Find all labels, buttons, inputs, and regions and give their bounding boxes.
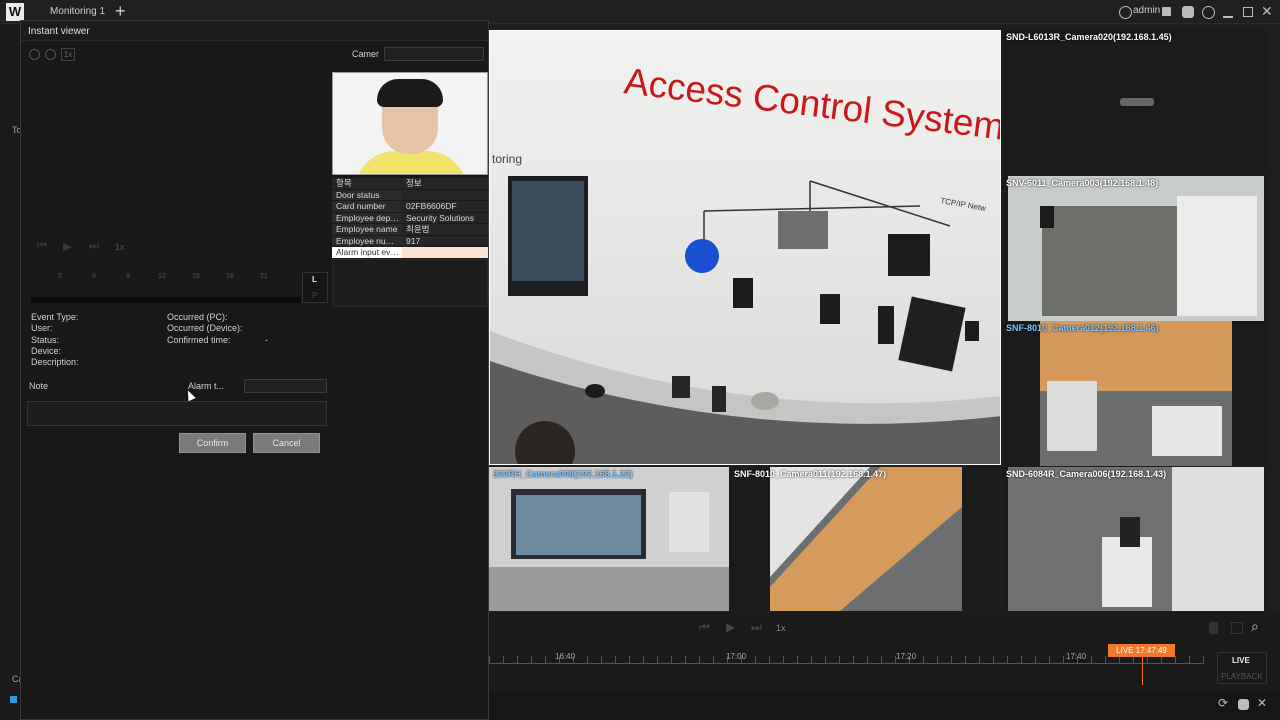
timeline-tick: 15 [192,273,200,280]
timeline-tick: 12 [158,273,166,280]
live-marker [1142,657,1143,685]
info-icon[interactable] [1202,6,1215,19]
alarm-type-select[interactable] [244,379,327,393]
username[interactable]: admin [1133,5,1160,19]
timeline-tick: 18 [226,273,234,280]
bookmark-icon[interactable] [1209,622,1218,634]
table-row: Employee name 최윤범 [332,224,488,236]
camera-tile[interactable]: 320RH_Camera008(192.168.1.22) [489,467,729,611]
camera-label: SNV-6011_Camera003(192.168.1.48) [1006,178,1159,188]
zoom-in-icon[interactable] [29,49,40,60]
timeline-tick: 6 [92,273,96,280]
live-playback-toggle[interactable]: L P [302,272,328,303]
user-label: User: [31,323,53,333]
time-tick: 17:00 [726,652,747,661]
dialog-skip-back-icon[interactable]: ⏮ [37,240,47,253]
time-tick: 16:40 [555,652,576,661]
card-info-table: 항목 정보 Door status Card number 02FB6606DF E… [332,178,488,307]
event-type-label: Event Type: [31,312,79,322]
dialog-skip-forward-icon[interactable]: ⏭ [89,240,99,253]
timeline-tick: 3 [58,273,62,280]
confirm-button[interactable]: Confirm [179,433,246,453]
close-icon[interactable]: ✕ [1261,3,1273,20]
left-panel-strip: To Ca [0,24,24,720]
time-tick: 17:20 [896,652,917,661]
table-row: Employee nu… 917 [332,235,488,247]
camera-label: 320RH_Camera008(192.168.1.22) [493,469,633,479]
dialog-play-icon[interactable]: ▶ [63,240,71,253]
device-label: Device: [31,346,62,356]
employee-photo [332,72,488,175]
playback-speed[interactable]: 1x [776,623,786,633]
dialog-playback-speed[interactable]: 1x [115,242,125,252]
camera-label: Camer [352,49,380,59]
confirmed-time-value: - [265,335,268,345]
timeline-tick: 21 [260,273,268,280]
alarm-type-label: Alarm t... [188,381,225,391]
table-row: Card number 02FB6606DF [332,201,488,213]
snapshot-icon[interactable] [1231,622,1243,634]
playback-area: ⏮ ▶ ⏭ 1x ⌕ 16:40 17:00 17:20 17:40 LIVE … [489,612,1280,720]
maximize-icon[interactable] [1243,7,1253,17]
dialog-timeline[interactable]: 3 6 9 12 15 18 21 [31,273,301,303]
zoom-out-icon[interactable] [45,49,56,60]
lock-icon[interactable] [1162,7,1171,16]
cancel-button[interactable]: Cancel [253,433,320,453]
search-icon[interactable]: ⌕ [1251,618,1259,635]
camera-tile[interactable]: SNV-6011_Camera003(192.168.1.48) [1002,176,1270,321]
note-input[interactable] [27,401,327,426]
table-header: 항목 정보 [332,178,488,190]
occurred-pc-label: Occurred (PC): [167,312,228,322]
playback-mode-button[interactable]: PLAYBACK [1221,672,1263,681]
time-tick: 17:40 [1066,652,1087,661]
camera-tile[interactable]: SNF-8010_Camera011(192.168.1.47) [730,467,1000,611]
skip-forward-icon[interactable]: ⏭ [751,620,762,635]
table-row: Employee dep… Security Solutions [332,212,488,224]
confirmed-time-label: Confirmed time: [167,335,231,345]
camera-label: SND-6084R_Camera006(192.168.1.43) [1006,469,1167,479]
occurred-device-label: Occurred (Device): [167,323,243,333]
live-mode-button[interactable]: LIVE [1232,656,1250,665]
instant-viewer-dialog: Instant viewer 1x Camer 항목 정보 Door status… [20,20,489,720]
close-panel-icon[interactable]: ✕ [1257,696,1267,710]
app-logo: W [6,3,24,21]
user-icon [1119,6,1132,19]
disconnected-icon [1120,98,1154,106]
dialog-title: Instant viewer [21,21,488,41]
main-video-scene: Access Control System toring TCP/IP Netw [490,31,1000,464]
camera-select[interactable] [384,47,484,61]
camera-tile[interactable]: SND-L6013R_Camera020(192.168.1.45) [1002,30,1270,175]
camera-label: SND-L6013R_Camera020(192.168.1.45) [1006,32,1172,42]
table-row-selected[interactable]: Alarm input ev… [332,247,488,259]
camera-label: SNF-8010_Camera012(192.168.1.46) [1006,323,1159,333]
skip-back-icon[interactable]: ⏮ [699,620,710,635]
add-tab-button[interactable]: + [115,2,126,20]
camera-label: SNF-8010_Camera011(192.168.1.47) [734,469,887,479]
status-label: Status: [31,335,60,345]
gear-icon[interactable] [1182,6,1194,18]
live-time-badge: LIVE 17:47:49 [1108,644,1175,657]
note-label: Note [29,381,49,391]
wall-text: toring [492,152,522,166]
minimize-icon[interactable] [1223,16,1233,18]
zoom-level[interactable]: 1x [61,48,75,61]
table-row: Door status [332,189,488,201]
camera-tile[interactable]: SND-6084R_Camera006(192.168.1.43) [1002,467,1270,611]
play-icon[interactable]: ▶ [726,620,735,634]
camera-tile[interactable]: SNF-8010_Camera012(192.168.1.46) [1002,321,1270,466]
timeline-tick: 9 [126,273,130,280]
status-indicator [10,696,17,703]
main-video[interactable]: Access Control System toring TCP/IP Netw [489,30,1001,465]
description-label: Description: [31,357,79,367]
timeline-track[interactable] [489,663,1204,664]
refresh-icon[interactable]: ⟳ [1218,696,1228,710]
settings-icon[interactable] [1238,699,1249,710]
